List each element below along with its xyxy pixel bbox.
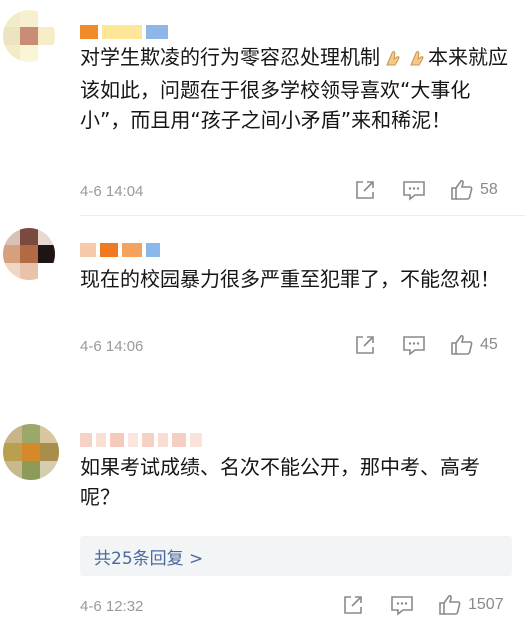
avatar-pixel xyxy=(40,461,59,480)
avatar-pixel xyxy=(3,27,21,45)
avatar[interactable] xyxy=(3,228,55,280)
avatar-pixel xyxy=(20,27,38,45)
avatar-pixel xyxy=(37,10,55,28)
timestamp: 4-6 12:32 xyxy=(80,598,144,615)
like-icon xyxy=(451,179,473,200)
folded-hands-icon xyxy=(408,45,428,75)
like-button[interactable]: 58 xyxy=(450,179,498,201)
share-icon xyxy=(356,336,374,354)
avatar-pixel xyxy=(20,10,38,28)
username-mosaic-block xyxy=(122,243,142,257)
comment-text-part: 如果考试成绩、名次不能公开，那中考、高考呢？ xyxy=(80,455,480,509)
timestamp: 4-6 14:06 xyxy=(80,338,144,355)
like-button[interactable]: 1507 xyxy=(438,594,504,616)
like-count: 1507 xyxy=(468,596,504,613)
comment-meta: 4-6 12:32 1507 xyxy=(80,594,515,620)
avatar-pixel xyxy=(37,44,55,62)
username-mosaic-block xyxy=(80,25,98,39)
comment-item: 对学生欺凌的行为零容忍处理机制 本来就应该如此，问题在于很多学校领导喜欢“大事化小… xyxy=(0,0,525,216)
comment-text: 如果考试成绩、名次不能公开，那中考、高考呢？ xyxy=(80,452,512,512)
comment-button[interactable] xyxy=(402,334,426,356)
comment-icon xyxy=(403,181,425,201)
username-mosaic-block xyxy=(80,433,92,447)
folded-hands-icon xyxy=(384,45,404,75)
comment-item: 如果考试成绩、名次不能公开，那中考、高考呢？ 共25条回复 > 4-6 12:3… xyxy=(0,410,525,634)
avatar[interactable] xyxy=(3,10,55,62)
comment-button[interactable] xyxy=(390,594,414,616)
avatar-pixel xyxy=(20,44,38,62)
comment-text: 对学生欺凌的行为零容忍处理机制 本来就应该如此，问题在于很多学校领导喜欢“大事化小… xyxy=(80,42,512,135)
username-mosaic-block xyxy=(128,433,138,447)
like-count: 45 xyxy=(480,336,498,353)
like-icon xyxy=(439,594,461,615)
comment-button[interactable] xyxy=(402,179,426,201)
share-icon xyxy=(344,596,362,614)
avatar-pixel xyxy=(20,228,38,246)
comment-item: 现在的校园暴力很多严重至犯罪了，不能忽视！ 4-6 14:06 45 xyxy=(0,216,525,366)
comment-meta: 4-6 14:06 45 xyxy=(80,334,515,360)
avatar-pixel xyxy=(20,245,38,263)
comment-icon xyxy=(391,596,413,616)
avatar-pixel xyxy=(21,442,41,462)
share-icon xyxy=(356,181,374,199)
avatar-mosaic xyxy=(3,424,59,480)
replies-label: 共25条回复 > xyxy=(94,548,204,569)
avatar[interactable] xyxy=(3,424,59,480)
avatar-pixel xyxy=(37,245,55,263)
comment-icon xyxy=(403,336,425,356)
username-mosaic-block xyxy=(172,433,186,447)
username-mosaic-block xyxy=(158,433,168,447)
username-mosaic-block xyxy=(146,243,160,257)
avatar-pixel xyxy=(21,424,41,443)
username-mosaic-block xyxy=(110,433,124,447)
avatar-mosaic xyxy=(3,228,55,280)
avatar-pixel xyxy=(40,442,59,462)
avatar-pixel xyxy=(3,424,22,443)
comment-text: 现在的校园暴力很多严重至犯罪了，不能忽视！ xyxy=(80,264,512,294)
username-mosaic-block xyxy=(96,433,106,447)
comment-text-part: 对学生欺凌的行为零容忍处理机制 xyxy=(80,45,380,69)
like-count: 58 xyxy=(480,181,498,198)
avatar-pixel xyxy=(37,262,55,280)
comment-text-part: 现在的校园暴力很多严重至犯罪了，不能忽视！ xyxy=(80,267,500,291)
share-button[interactable] xyxy=(342,594,364,616)
avatar-pixel xyxy=(3,228,21,246)
avatar-pixel xyxy=(3,10,21,28)
avatar-pixel xyxy=(3,44,21,62)
comment-meta: 4-6 14:04 58 xyxy=(80,179,515,205)
avatar-pixel xyxy=(3,442,22,462)
username-mosaic-block xyxy=(100,243,118,257)
avatar-pixel xyxy=(21,461,41,480)
username[interactable] xyxy=(80,242,160,258)
avatar-pixel xyxy=(37,27,55,45)
username[interactable] xyxy=(80,24,168,40)
avatar-pixel xyxy=(40,424,59,443)
avatar-mosaic xyxy=(3,10,55,62)
avatar-pixel xyxy=(37,228,55,246)
username-mosaic-block xyxy=(102,25,142,39)
username-mosaic-block xyxy=(190,433,202,447)
avatar-pixel xyxy=(3,262,21,280)
username-mosaic-block xyxy=(142,433,154,447)
avatar-pixel xyxy=(20,262,38,280)
username[interactable] xyxy=(80,432,202,448)
view-replies-link[interactable]: 共25条回复 > xyxy=(80,536,512,576)
like-icon xyxy=(451,334,473,355)
share-button[interactable] xyxy=(354,179,376,201)
avatar-pixel xyxy=(3,245,21,263)
username-mosaic-block xyxy=(146,25,168,39)
username-mosaic-block xyxy=(80,243,96,257)
like-button[interactable]: 45 xyxy=(450,334,498,356)
share-button[interactable] xyxy=(354,334,376,356)
avatar-pixel xyxy=(3,461,22,480)
timestamp: 4-6 14:04 xyxy=(80,183,144,200)
